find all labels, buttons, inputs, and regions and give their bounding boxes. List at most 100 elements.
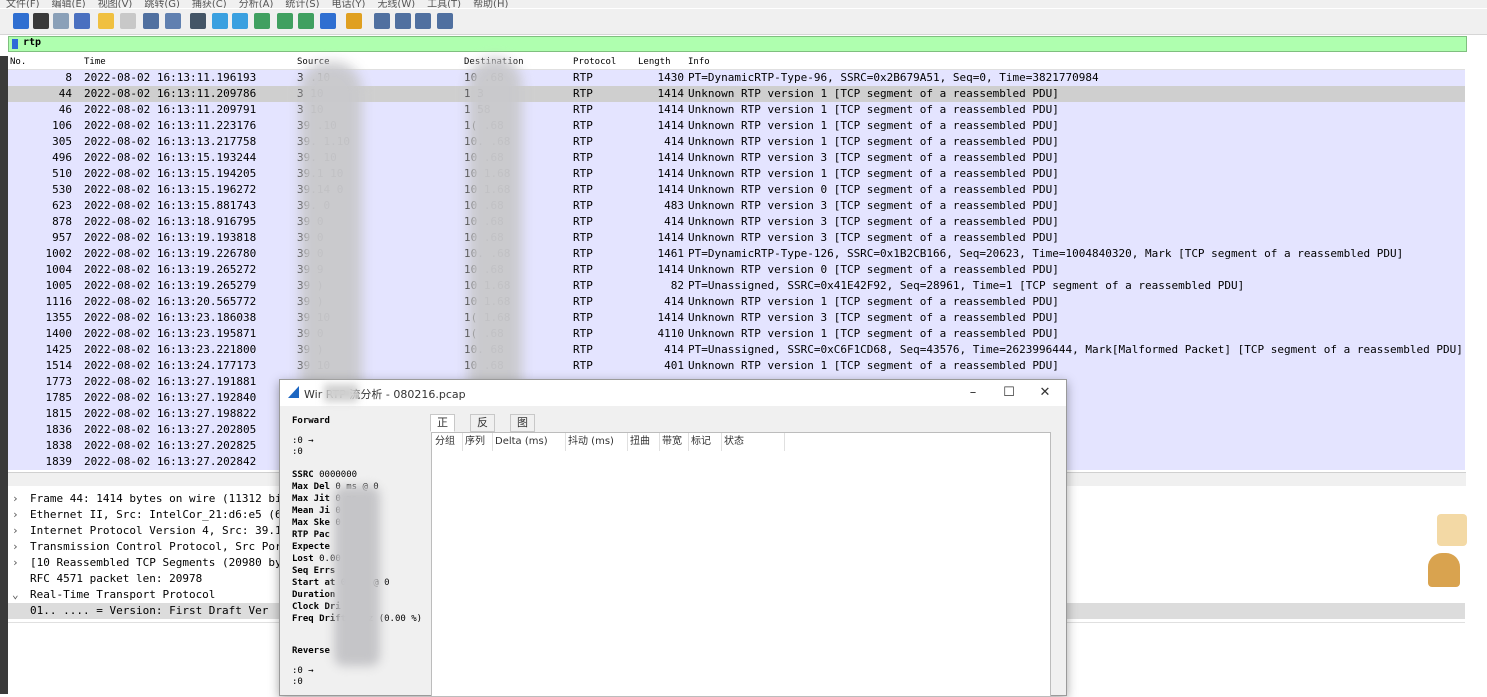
go-back-icon[interactable] [212,13,228,29]
collapse-arrow-icon[interactable]: › [12,523,19,539]
go-to-packet-icon[interactable] [254,13,270,29]
capture-options-icon[interactable] [74,13,90,29]
menu-item-10[interactable]: 帮助(H) [473,0,508,8]
packet-time: 2022-08-02 16:13:27.198822 [84,407,257,420]
close-button[interactable]: ✕ [1030,383,1060,403]
packet-row[interactable]: 13552022-08-02 16:13:23.18603839 101( 1.… [8,310,1465,326]
packet-row[interactable]: 4962022-08-02 16:13:15.19324439. 1010 .6… [8,150,1465,166]
packet-row[interactable]: 10022022-08-02 16:13:19.22678039 010. .6… [8,246,1465,262]
bookmark-icon[interactable] [12,39,18,49]
dialog-titlebar: Wir RTP 流分析 - 080216.pcap – ☐ ✕ [280,380,1066,406]
packet-row[interactable]: 10042022-08-02 16:13:19.26527239 910 .68… [8,262,1465,278]
packet-info: PT=DynamicRTP-Type-126, SSRC=0x1B2CB166,… [688,247,1404,260]
table-header[interactable]: Delta (ms) [492,433,566,451]
maximize-button[interactable]: ☐ [994,383,1024,403]
packet-info: Unknown RTP version 1 [TCP segment of a … [688,103,1059,116]
start-capture-icon[interactable] [13,13,29,29]
menu-item-6[interactable]: 统计(S) [285,0,319,8]
menu-item-8[interactable]: 无线(W) [377,0,415,8]
restart-capture-icon[interactable] [53,13,69,29]
packet-row[interactable]: 3052022-08-02 16:13:13.21775839. 1.1010.… [8,134,1465,150]
detail-text: Real-Time Transport Protocol [30,588,216,601]
column-protocol[interactable]: Protocol [573,57,616,67]
packet-row[interactable]: 6232022-08-02 16:13:15.88174339. 010 .68… [8,198,1465,214]
packet-row[interactable]: 462022-08-02 16:13:11.2097913 101 58RTP1… [8,102,1465,118]
packet-row[interactable]: 10052022-08-02 16:13:19.26527939 )10 1.6… [8,278,1465,294]
resize-columns-icon[interactable] [437,13,453,29]
minimize-button[interactable]: – [958,383,988,403]
packet-number: 1400 [45,327,73,340]
menu-item-4[interactable]: 捕获(C) [192,0,227,8]
stat-line: RTP Pac [292,530,330,540]
find-packet-icon[interactable] [190,13,206,29]
menu-item-1[interactable]: 编辑(E) [52,0,86,8]
close-file-icon[interactable] [143,13,159,29]
packet-row[interactable]: 14002022-08-02 16:13:23.19587139 01( .68… [8,326,1465,342]
table-header[interactable]: 分组 [432,433,463,451]
last-packet-icon[interactable] [298,13,314,29]
stat-value: 0000000 [313,470,358,480]
packet-row[interactable]: 82022-08-02 16:13:11.1961933 .1010 .68RT… [8,70,1465,86]
table-header[interactable]: 标记 [688,433,722,451]
packet-row[interactable]: 5102022-08-02 16:13:15.19420539.1 1010 1… [8,166,1465,182]
zoom-out-icon[interactable] [395,13,411,29]
open-file-icon[interactable] [98,13,114,29]
reload-file-icon[interactable] [165,13,181,29]
table-header[interactable]: 抖动 (ms) [565,433,628,451]
menu-item-0[interactable]: 文件(F) [6,0,40,8]
stream-stats: Forward :0 → :0 SSRC 0000000Max Del 0 ms… [288,410,428,695]
packet-protocol: RTP [573,359,593,372]
first-packet-icon[interactable] [277,13,293,29]
stop-capture-icon[interactable] [33,13,49,29]
tab-graph[interactable]: 图形 [510,414,535,445]
expand-arrow-icon[interactable]: ⌄ [12,587,19,603]
colorize-icon[interactable] [346,13,362,29]
collapse-arrow-icon[interactable]: › [12,555,19,571]
packet-row[interactable]: 442022-08-02 16:13:11.2097863 101 3RTP14… [8,86,1465,102]
collapse-arrow-icon[interactable]: › [12,491,19,507]
table-header[interactable]: 扭曲 [627,433,660,451]
save-file-icon[interactable] [120,13,136,29]
packet-number: 1116 [45,295,73,308]
rtp-analysis-table[interactable]: 分组 序列 Delta (ms) 抖动 (ms) 扭曲 带宽 标记 状态 [431,432,1051,697]
column-time[interactable]: Time [84,57,106,67]
detail-text: RFC 4571 packet len: 20978 [30,572,203,585]
column-length[interactable]: Length [638,57,671,67]
table-header[interactable]: 序列 [462,433,493,451]
tab-reverse[interactable]: 反向 [470,414,495,445]
packet-row[interactable]: 1062022-08-02 16:13:11.22317639 .101( .6… [8,118,1465,134]
menu-item-5[interactable]: 分析(A) [239,0,274,8]
packet-row[interactable]: 5302022-08-02 16:13:15.19627239.14 010 1… [8,182,1465,198]
packet-row[interactable]: 11162022-08-02 16:13:20.56577239 )10 1.6… [8,294,1465,310]
packet-time: 2022-08-02 16:13:19.265279 [84,279,257,292]
stat-label: Duration [292,590,336,600]
autoscroll-icon[interactable] [320,13,336,29]
packet-row[interactable]: 8782022-08-02 16:13:18.91679539 010 .68R… [8,214,1465,230]
packet-row[interactable]: 14252022-08-02 16:13:23.22180039 )10. 68… [8,342,1465,358]
column-no[interactable]: No. [10,57,26,67]
packet-row[interactable]: 9572022-08-02 16:13:19.19381839 010 .68R… [8,230,1465,246]
go-forward-icon[interactable] [232,13,248,29]
stats-redaction [334,486,380,666]
tab-forward[interactable]: 正向 [430,414,455,445]
collapse-arrow-icon[interactable]: › [12,539,19,555]
menu-item-2[interactable]: 视图(V) [98,0,133,8]
packet-length: 1414 [657,231,685,244]
normal-size-icon[interactable] [415,13,431,29]
display-filter-bar[interactable]: rtp [8,36,1467,52]
display-filter-input[interactable]: rtp [23,37,41,48]
packet-protocol: RTP [573,71,593,84]
column-info[interactable]: Info [688,57,710,67]
menu-item-9[interactable]: 工具(T) [427,0,461,8]
table-header[interactable]: 状态 [721,433,785,451]
zoom-in-icon[interactable] [374,13,390,29]
collapse-arrow-icon[interactable]: › [12,507,19,523]
packet-number: 44 [58,87,72,100]
packet-time: 2022-08-02 16:13:11.196193 [84,71,257,84]
menu-item-7[interactable]: 电话(Y) [332,0,366,8]
menu-item-3[interactable]: 跳转(G) [144,0,180,8]
table-header[interactable]: 带宽 [659,433,689,451]
packet-number: 878 [52,215,72,228]
packet-time: 2022-08-02 16:13:27.202805 [84,423,257,436]
packet-row[interactable]: 15142022-08-02 16:13:24.17717339 1010 .6… [8,358,1465,374]
